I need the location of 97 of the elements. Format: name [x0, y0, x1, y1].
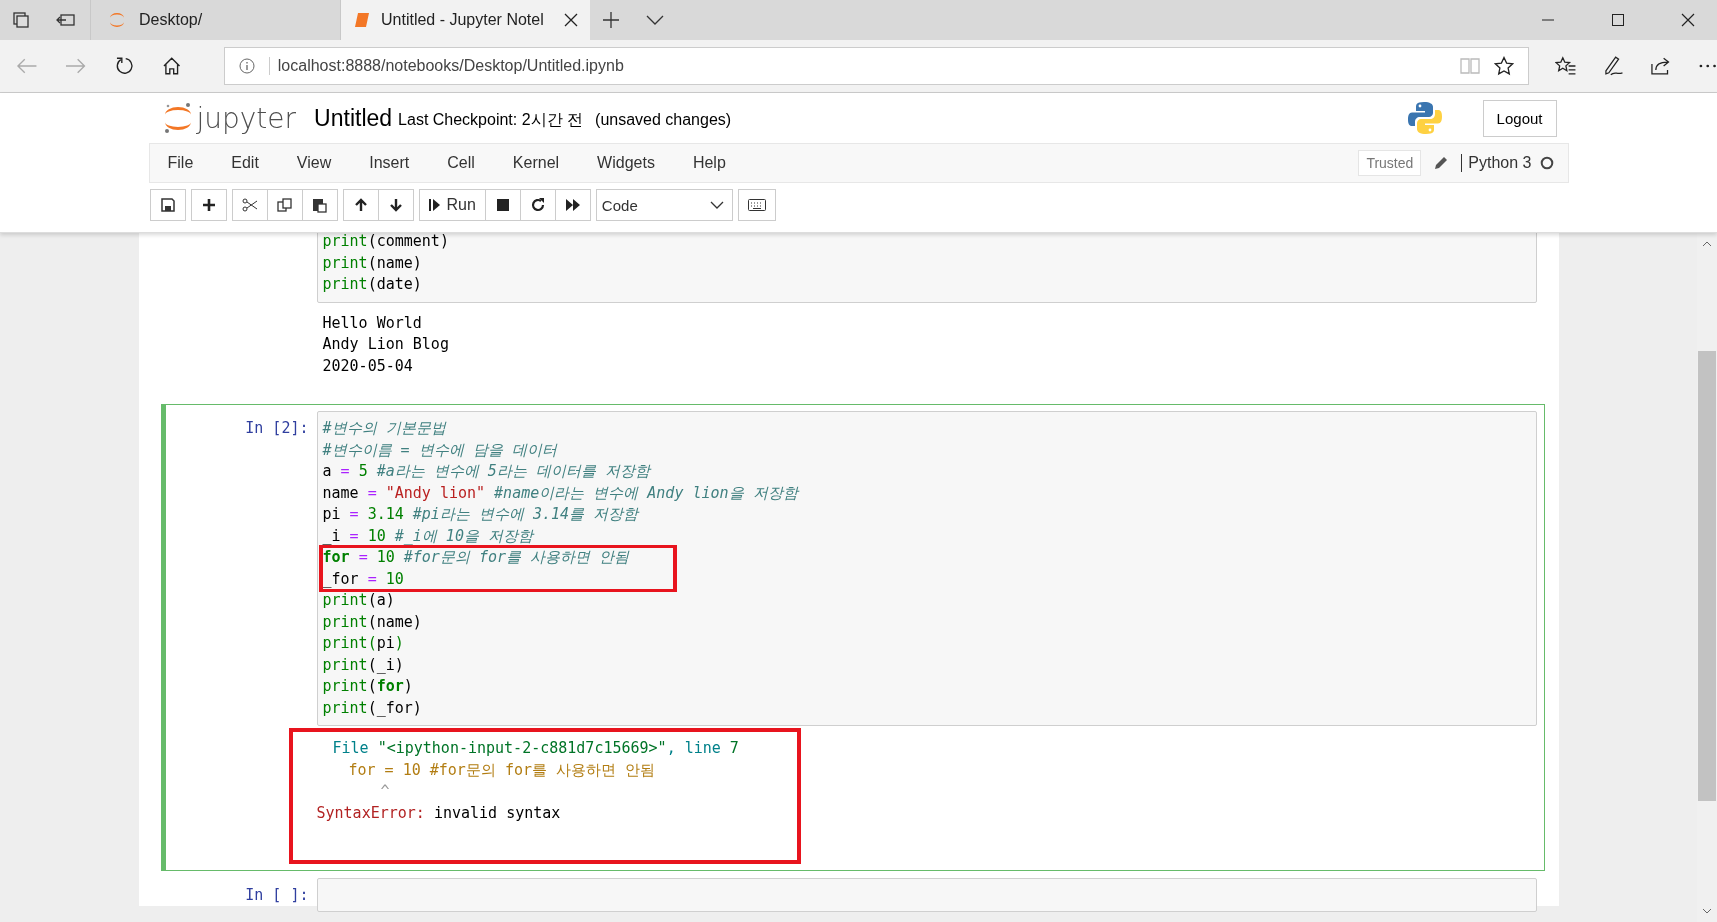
scroll-down-icon[interactable]: [1702, 908, 1712, 914]
paste-button[interactable]: [301, 189, 338, 221]
refresh-icon[interactable]: [114, 56, 135, 76]
unsaved-status: (unsaved changes): [595, 111, 732, 129]
checkpoint-text: Last Checkpoint: 2시간 전: [398, 109, 584, 130]
plus-icon: [201, 198, 216, 212]
error-line: for = 10 #for문의 for를 사용하면 안됨: [347, 759, 656, 781]
notebook-icon: [353, 11, 371, 29]
copy-button[interactable]: [266, 189, 303, 221]
stop-button[interactable]: [484, 189, 521, 221]
maximize-icon[interactable]: [1611, 13, 1625, 27]
error-line: File "<ipython-input-2-c881d7c15669>", line 7: [331, 738, 739, 759]
copy-icon: [276, 197, 293, 213]
code-line: print(name): [322, 611, 422, 633]
arrow-down-icon: [388, 198, 403, 212]
code-line: print(a): [322, 590, 395, 611]
menu-item[interactable]: Edit: [231, 154, 259, 172]
error-line: SyntaxError: invalid syntax: [316, 802, 561, 824]
menu-item[interactable]: File: [167, 154, 194, 172]
step-forward-icon: [428, 198, 441, 212]
chevron-down-icon[interactable]: [646, 14, 664, 26]
menu-item[interactable]: Cell: [447, 154, 475, 172]
keyboard-button[interactable]: [737, 189, 776, 221]
python-logo-icon: [1406, 100, 1443, 136]
code-line: name = "Andy lion" #name이라는 변수에 Andy lion을 저장함: [322, 482, 798, 504]
logout-button[interactable]: Logout: [1482, 99, 1557, 137]
code-line: for = 10 #for문의 for를 사용하면 안됨: [322, 547, 630, 568]
fast-forward-button[interactable]: [554, 189, 591, 221]
code-line: print(_for): [322, 697, 422, 719]
output-line: 2020-05-04: [322, 355, 413, 377]
share-icon[interactable]: [1650, 56, 1672, 76]
pencil-icon[interactable]: [1433, 155, 1450, 171]
menu-item[interactable]: View: [296, 154, 332, 172]
code-line: _for = 10: [322, 568, 404, 590]
code-line: a = 5 #a라는 변수에 5라는 데이터를 저장함: [322, 461, 650, 482]
jupyter-wordmark[interactable]: jupyter: [196, 101, 297, 135]
jupyter-logo-icon: [107, 10, 127, 30]
restart-button[interactable]: [519, 189, 556, 221]
code-line: _i = 10 #_i에 10을 저장함: [322, 525, 533, 547]
more-icon[interactable]: [1697, 63, 1717, 69]
code-line: print(_i): [322, 654, 404, 676]
pen-icon[interactable]: [1602, 55, 1625, 77]
tabs-icon[interactable]: [12, 11, 30, 29]
menu-item[interactable]: Insert: [369, 154, 410, 172]
cell-type-dropdown[interactable]: Code: [595, 189, 733, 221]
jupyter-logo-icon[interactable]: [162, 102, 193, 134]
kernel-idle-icon: [1539, 156, 1554, 170]
trusted-badge[interactable]: Trusted: [1358, 150, 1422, 176]
selected-cell[interactable]: [160, 404, 1545, 871]
keyboard-icon: [747, 199, 766, 211]
info-icon[interactable]: [238, 58, 255, 74]
output-line: Hello World: [322, 312, 422, 334]
input-prompt: In [2]:: [245, 419, 309, 437]
fast-forward-icon: [564, 198, 581, 212]
save-icon: [160, 198, 175, 212]
scrollbar[interactable]: [1697, 233, 1717, 922]
caret-icon: [709, 201, 724, 209]
restart-icon: [530, 198, 545, 212]
favorites-icon[interactable]: [1555, 56, 1577, 76]
kernel-name[interactable]: Python 3: [1461, 154, 1532, 172]
star-icon[interactable]: [1494, 56, 1515, 76]
code-line: print(date): [322, 274, 422, 295]
browser-tab[interactable]: Untitled - Jupyter Notel: [340, 0, 590, 40]
notebook-name[interactable]: Untitled: [314, 104, 393, 132]
code-line: print(pi): [322, 633, 404, 654]
move-up-button[interactable]: [342, 189, 379, 221]
code-line: print(for): [322, 676, 413, 697]
code-line: pi = 3.14 #pi라는 변수에 3.14를 저장함: [322, 504, 639, 525]
home-icon[interactable]: [162, 56, 182, 76]
address-field[interactable]: localhost:8888/notebooks/Desktop/Untitled.ipynb: [223, 47, 1530, 85]
stop-icon: [496, 199, 509, 211]
scrollbar-thumb[interactable]: [1698, 351, 1716, 801]
code-line: #변수의 기본문법: [322, 418, 446, 439]
error-line: ^: [379, 781, 390, 802]
save-button[interactable]: [149, 189, 186, 221]
input-prompt: In [ ]:: [245, 886, 309, 904]
close-icon[interactable]: [564, 13, 578, 27]
tab-aside-icon[interactable]: [56, 12, 76, 28]
insert-cell-button[interactable]: [190, 189, 227, 221]
close-icon[interactable]: [1681, 13, 1695, 27]
arrow-up-icon: [353, 198, 368, 212]
scissors-icon: [241, 198, 258, 212]
code-editor[interactable]: [316, 411, 1537, 726]
code-line: print(name): [322, 252, 422, 274]
new-tab-icon[interactable]: [602, 11, 620, 29]
scroll-up-icon[interactable]: [1702, 241, 1712, 247]
output-line: Andy Lion Blog: [322, 334, 449, 355]
code-editor[interactable]: print(comment) print(name) print(date): [316, 233, 1537, 303]
paste-icon: [311, 197, 328, 213]
run-button[interactable]: Run: [418, 189, 486, 221]
menu-item[interactable]: Widgets: [597, 154, 655, 172]
menu-item[interactable]: Help: [692, 154, 726, 172]
move-down-button[interactable]: [377, 189, 414, 221]
cut-button[interactable]: [231, 189, 268, 221]
menu-item[interactable]: Kernel: [512, 154, 560, 172]
code-line: print(comment): [322, 233, 449, 252]
code-line: #변수이름 = 변수에 담을 데이터: [322, 439, 557, 461]
